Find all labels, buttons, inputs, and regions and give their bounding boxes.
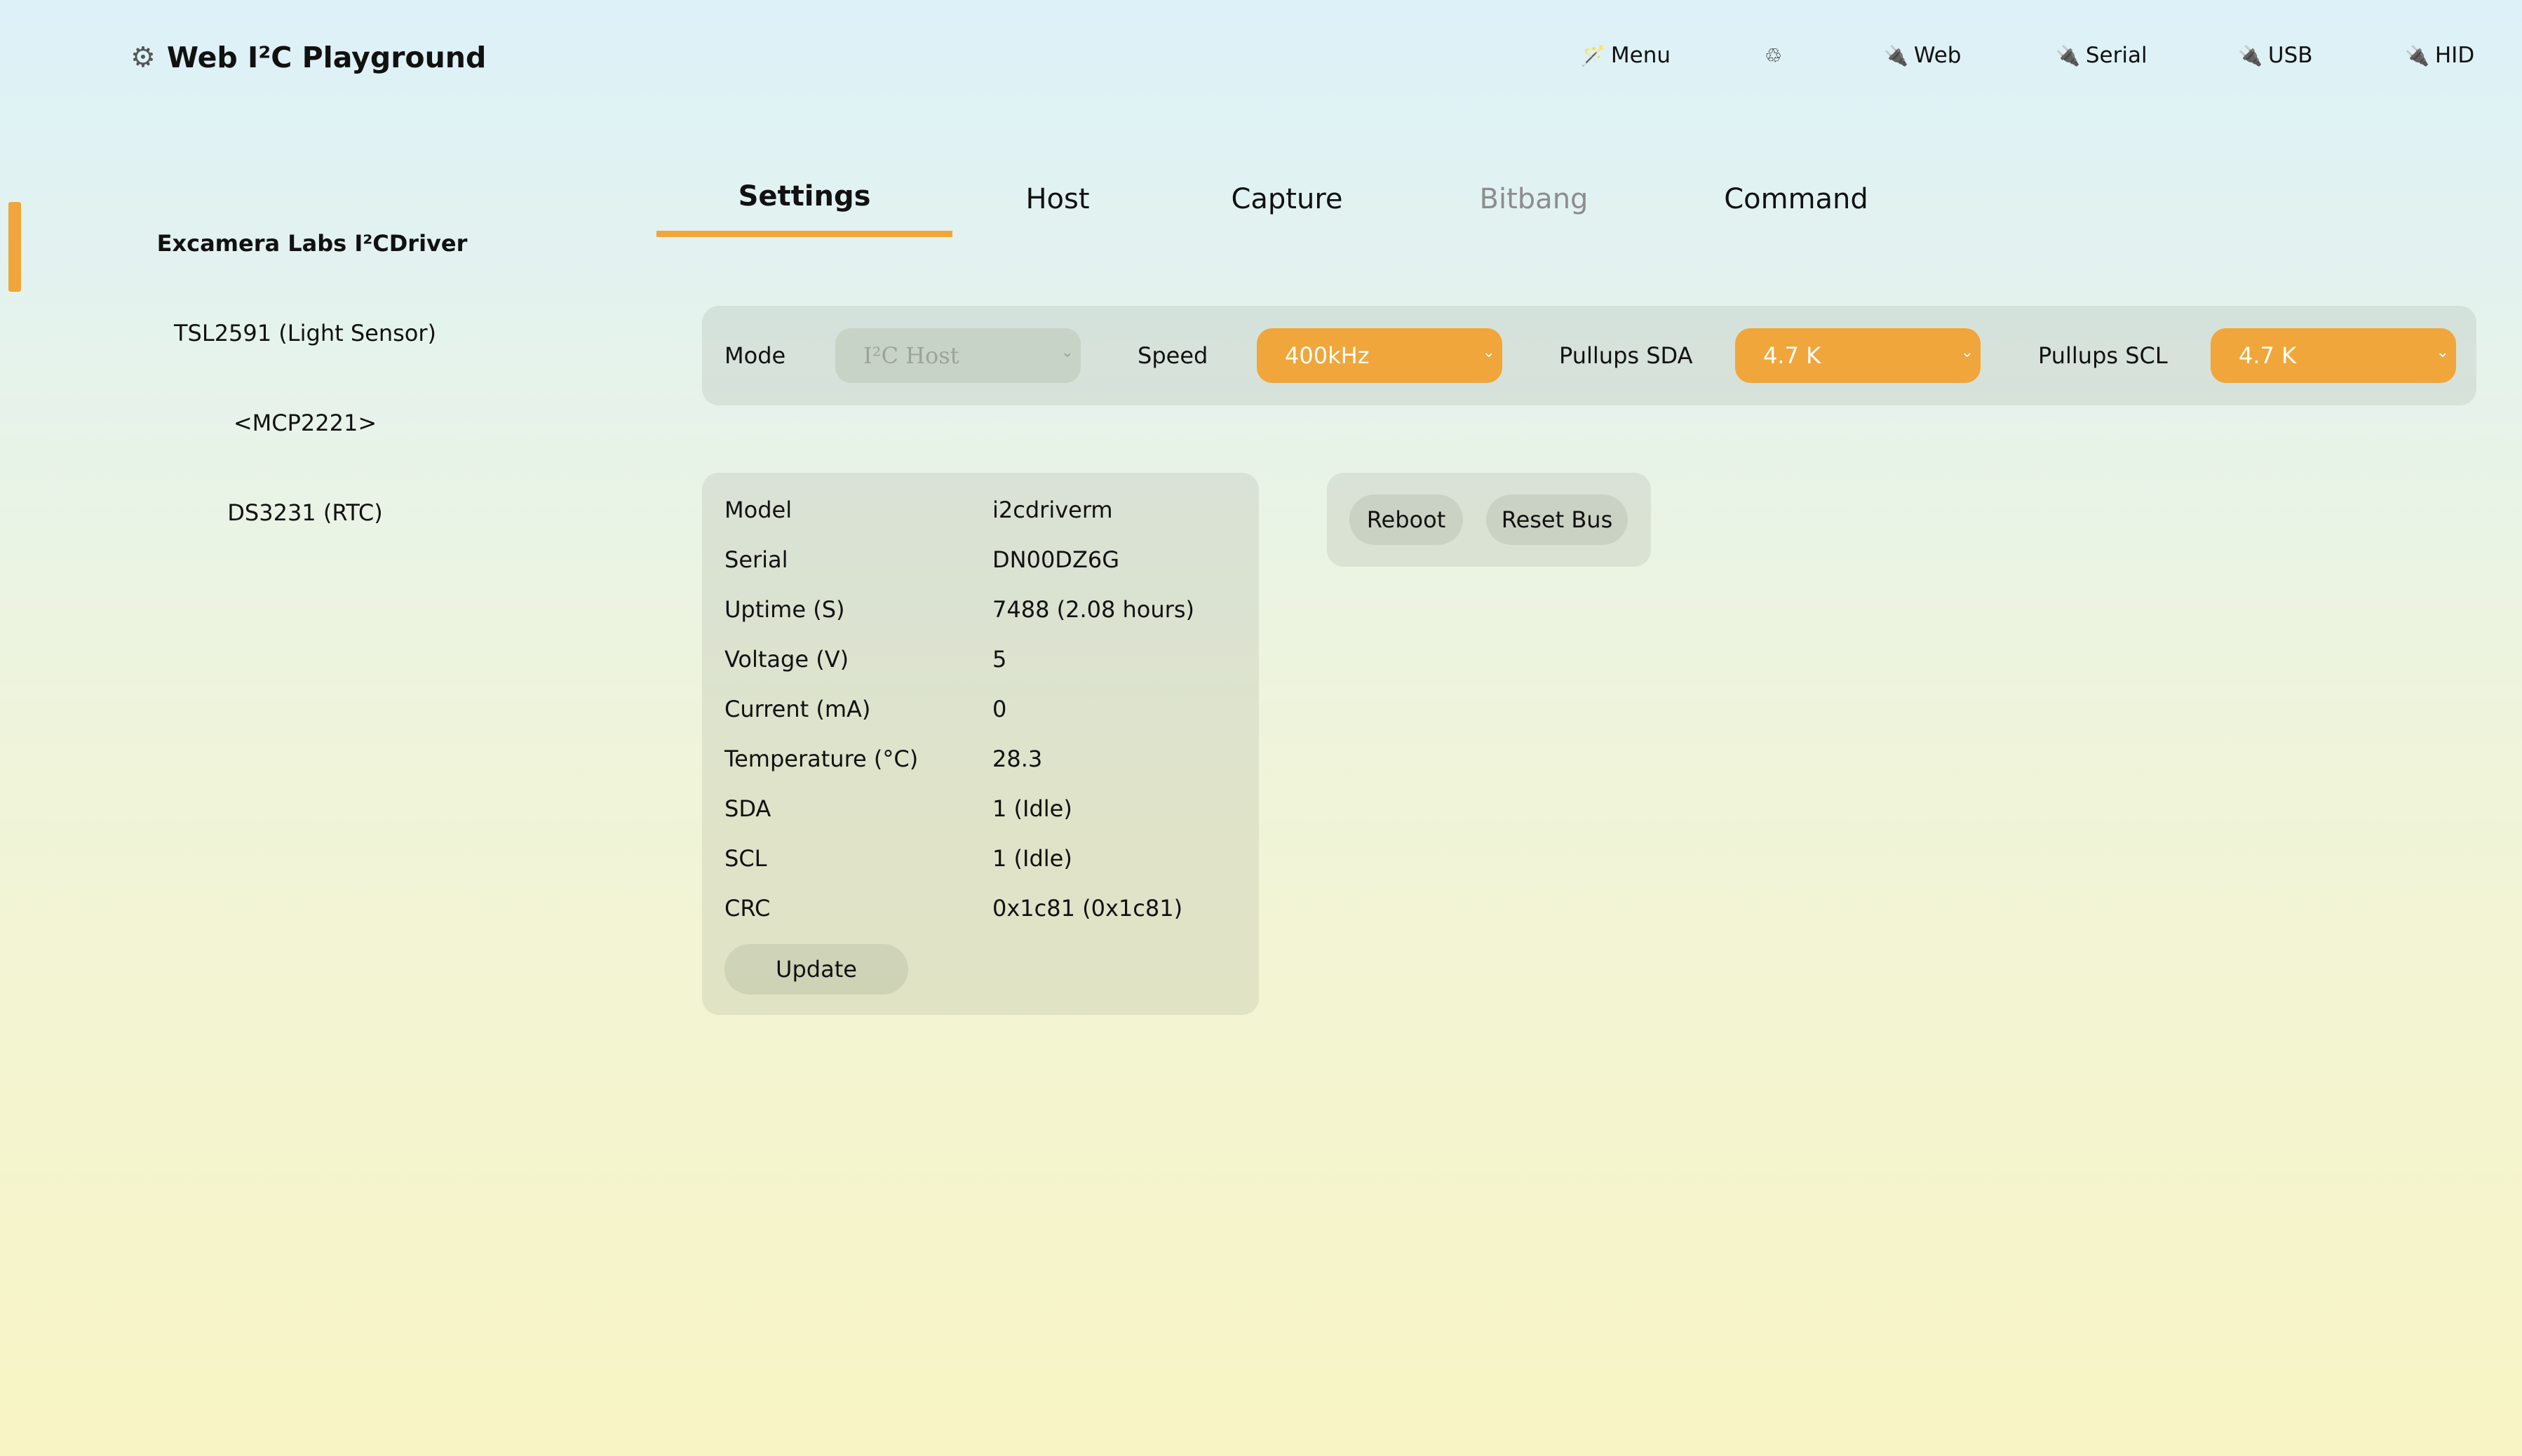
theme-toggle-button[interactable]: ♲: [1765, 38, 1782, 73]
info-value: i2cdriverm: [992, 497, 1113, 523]
mode-value: I²C Host: [863, 342, 959, 369]
info-key: SCL: [724, 845, 767, 872]
menu-button[interactable]: 🪄 Menu: [1581, 38, 1671, 73]
info-key: CRC: [724, 895, 771, 922]
info-key: Temperature (°C): [724, 746, 919, 772]
info-key: Current (mA): [724, 696, 871, 722]
hid-label: HID: [2434, 43, 2475, 68]
brand: ⚙ Web I²C Playground: [130, 38, 486, 77]
recycle-icon: ♲: [1765, 43, 1783, 67]
info-row: Uptime (S) 7488 (2.08 hours): [724, 587, 1194, 632]
sidebar-item-ds3231[interactable]: DS3231 (RTC): [0, 499, 610, 526]
connect-serial-button[interactable]: 🔌 Serial: [2056, 38, 2147, 73]
info-row: Model i2cdriverm: [724, 487, 1113, 532]
mode-label: Mode: [724, 342, 786, 369]
web-label: Web: [1913, 43, 1962, 68]
speed-value: 400kHz: [1285, 342, 1370, 369]
info-value: 0: [992, 696, 1007, 722]
info-row: Serial DN00DZ6G: [724, 537, 1119, 582]
tab-bitbang[interactable]: Bitbang: [1473, 161, 1595, 237]
plug-icon: 🔌: [1884, 43, 1908, 67]
info-key: SDA: [724, 795, 771, 822]
mode-select[interactable]: I²C Host ⌄: [835, 328, 1081, 383]
info-value: 7488 (2.08 hours): [992, 596, 1194, 623]
chevron-down-icon: ⌄: [1960, 344, 1974, 361]
pullups-scl-label: Pullups SCL: [2038, 342, 2168, 369]
plug-icon: 🔌: [2405, 43, 2429, 67]
info-value: 1 (Idle): [992, 795, 1072, 822]
info-value: 1 (Idle): [992, 845, 1072, 872]
gear-icon: ⚙: [130, 41, 156, 74]
info-row: SCL 1 (Idle): [724, 836, 1072, 881]
tab-capture[interactable]: Capture: [1220, 161, 1354, 237]
chevron-down-icon: ⌄: [2436, 344, 2449, 361]
sidebar-item-i2cdriver[interactable]: Excamera Labs I²CDriver: [7, 230, 617, 257]
settings-panel: Mode I²C Host ⌄ Speed 400kHz ⌄ Pullups S…: [702, 306, 2476, 405]
info-row: Temperature (°C) 28.3: [724, 736, 1042, 781]
info-row: SDA 1 (Idle): [724, 786, 1072, 831]
info-row: Voltage (V) 5: [724, 637, 1006, 682]
plug-icon: 🔌: [2056, 43, 2080, 67]
speed-select[interactable]: 400kHz ⌄: [1257, 328, 1502, 383]
info-key: Voltage (V): [724, 646, 849, 673]
info-row: CRC 0x1c81 (0x1c81): [724, 886, 1182, 931]
pullups-scl-select[interactable]: 4.7 K ⌄: [2211, 328, 2456, 383]
pullups-sda-select[interactable]: 4.7 K ⌄: [1735, 328, 1981, 383]
pullups-sda-label: Pullups SDA: [1559, 342, 1693, 369]
connect-web-button[interactable]: 🔌 Web: [1884, 38, 1961, 73]
tab-command[interactable]: Command: [1722, 161, 1870, 237]
menu-label: Menu: [1610, 43, 1671, 68]
update-button[interactable]: Update: [724, 944, 908, 995]
connect-hid-button[interactable]: 🔌 HID: [2405, 38, 2474, 73]
info-value: 28.3: [992, 746, 1043, 772]
chevron-down-icon: ⌄: [1482, 344, 1495, 361]
tab-host[interactable]: Host: [1003, 161, 1112, 237]
connect-usb-button[interactable]: 🔌 USB: [2238, 38, 2313, 73]
device-info-panel: Model i2cdriverm Serial DN00DZ6G Uptime …: [702, 473, 1259, 1015]
pullups-sda-value: 4.7 K: [1763, 342, 1821, 369]
tab-settings[interactable]: Settings: [656, 161, 952, 237]
wand-icon: 🪄: [1581, 43, 1605, 67]
info-value: 0x1c81 (0x1c81): [992, 895, 1183, 922]
info-value: 5: [992, 646, 1007, 673]
usb-label: USB: [2267, 43, 2313, 68]
pullups-scl-value: 4.7 K: [2239, 342, 2297, 369]
info-key: Model: [724, 497, 793, 523]
reset-bus-button[interactable]: Reset Bus: [1486, 494, 1628, 545]
speed-label: Speed: [1138, 342, 1208, 369]
plug-icon: 🔌: [2238, 43, 2263, 67]
sidebar-item-mcp2221[interactable]: <MCP2221>: [0, 410, 610, 436]
info-key: Serial: [724, 546, 788, 573]
info-value: DN00DZ6G: [992, 546, 1120, 573]
serial-label: Serial: [2085, 43, 2147, 68]
chevron-down-icon: ⌄: [1060, 344, 1074, 361]
app-title: Web I²C Playground: [166, 41, 487, 74]
info-key: Uptime (S): [724, 596, 845, 623]
info-row: Current (mA) 0: [724, 687, 1006, 732]
sidebar-item-tsl2591[interactable]: TSL2591 (Light Sensor): [0, 320, 610, 346]
reboot-button[interactable]: Reboot: [1349, 494, 1463, 545]
actions-panel: Reboot Reset Bus: [1327, 473, 1651, 567]
